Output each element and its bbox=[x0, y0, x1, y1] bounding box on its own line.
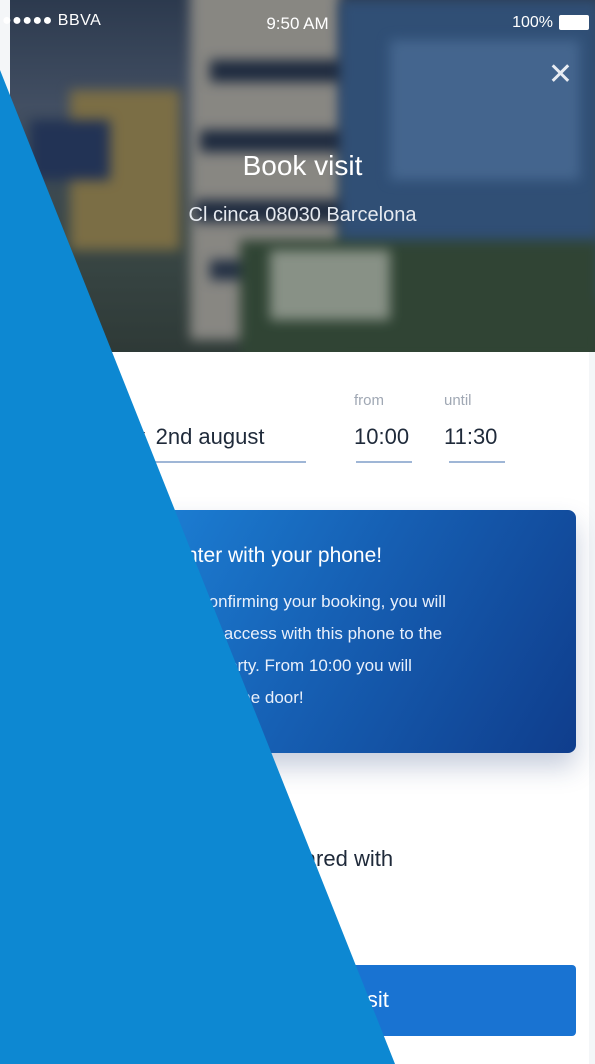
battery-icon bbox=[559, 15, 589, 30]
until-time-field[interactable]: 11:30 bbox=[444, 424, 497, 450]
status-bar: ●●●●● BBVA 9:50 AM 100% bbox=[0, 0, 595, 44]
status-time: 9:50 AM bbox=[266, 14, 329, 33]
date-field-underline bbox=[120, 461, 306, 463]
frame-left-edge bbox=[0, 0, 10, 1064]
book-visit-button-label: isit bbox=[362, 987, 389, 1012]
battery-percent: 100% bbox=[512, 14, 553, 31]
card-body-line: ' open the door! bbox=[186, 688, 304, 707]
card-body-line: nted access with this phone to the bbox=[186, 624, 443, 643]
card-body: n confirming your booking, you will nted… bbox=[186, 586, 536, 714]
sharing-notice: be shared with bbox=[250, 846, 394, 871]
from-field-underline bbox=[356, 461, 412, 463]
card-body-line: ' property. From 10:00 you will bbox=[186, 656, 412, 675]
phone-access-card: nter with your phone! n confirming your … bbox=[150, 510, 576, 753]
date-field[interactable]: y, 2nd august bbox=[134, 424, 264, 450]
until-field-underline bbox=[449, 461, 505, 463]
address-subtitle: Cl cinca 08030 Barcelona bbox=[188, 204, 417, 226]
until-label: until bbox=[444, 392, 472, 409]
from-time-field[interactable]: 10:00 bbox=[354, 424, 409, 450]
page-title: Book visit bbox=[242, 150, 363, 181]
card-body-line: n confirming your booking, you will bbox=[186, 592, 446, 611]
close-icon[interactable]: ✕ bbox=[548, 60, 573, 90]
card-heading: nter with your phone! bbox=[186, 544, 383, 567]
book-visit-button[interactable]: isit bbox=[232, 965, 576, 1036]
from-label: from bbox=[354, 392, 384, 409]
